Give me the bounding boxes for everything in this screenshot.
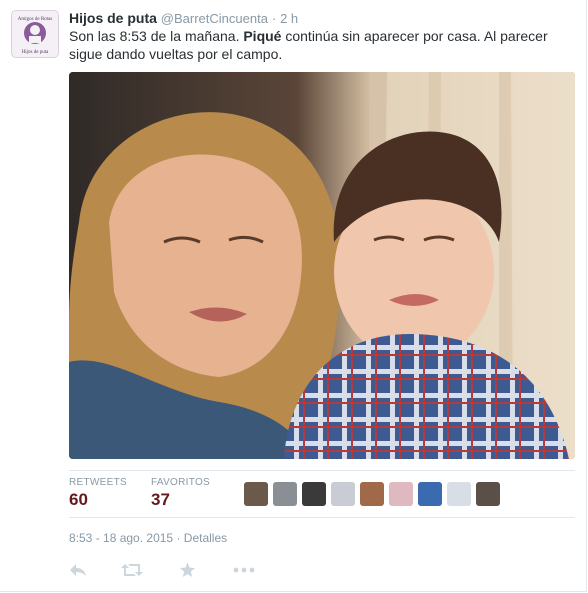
retweets-count: 60 — [69, 490, 88, 509]
favorites-count: 37 — [151, 490, 170, 509]
favorite-icon[interactable] — [179, 562, 196, 582]
favoriter-avatar[interactable] — [418, 482, 442, 506]
timestamp-separator: · — [176, 531, 181, 545]
tweet-text-bold: Piqué — [243, 28, 282, 44]
tweet-timestamp-row: 8:53 - 18 ago. 2015 · Detalles — [69, 531, 227, 545]
retweets-stat[interactable]: RETWEETS 60 — [69, 477, 127, 510]
tweet-stats: RETWEETS 60 FAVORITOS 37 — [69, 470, 575, 518]
favoriter-avatar[interactable] — [360, 482, 384, 506]
user-handle[interactable]: @BarretCincuenta — [161, 11, 268, 26]
tweet-text: Son las 8:53 de la mañana. Piqué continú… — [69, 27, 569, 63]
favoriter-avatar[interactable] — [331, 482, 355, 506]
retweet-icon[interactable] — [121, 562, 143, 582]
favoriter-avatar[interactable] — [447, 482, 471, 506]
reply-icon[interactable] — [69, 562, 87, 582]
details-link[interactable]: Detalles — [184, 531, 227, 545]
favoriter-avatar[interactable] — [389, 482, 413, 506]
tweet-text-start: Son las 8:53 de la mañana. — [69, 28, 244, 44]
avatar-bottom-text: Hijos de puta — [22, 50, 49, 55]
user-fullname[interactable]: Hijos de puta — [69, 10, 157, 26]
time-separator: · — [271, 11, 277, 26]
favoriter-avatar[interactable] — [476, 482, 500, 506]
more-icon[interactable] — [233, 562, 255, 582]
avatar-top-text: Amigos de Rotas — [18, 17, 52, 22]
favoriter-avatar[interactable] — [302, 482, 326, 506]
tweet-timestamp[interactable]: 8:53 - 18 ago. 2015 — [69, 531, 173, 545]
favoriter-avatar[interactable] — [273, 482, 297, 506]
favorites-stat[interactable]: FAVORITOS 37 — [151, 477, 210, 510]
retweets-label: RETWEETS — [69, 477, 127, 488]
tweet-photo[interactable] — [69, 72, 575, 459]
favoriter-avatar[interactable] — [244, 482, 268, 506]
tweet-header: Hijos de puta @BarretCincuenta · 2 h — [69, 9, 298, 28]
favorites-label: FAVORITOS — [151, 477, 211, 488]
tweet-time[interactable]: 2 h — [280, 11, 298, 26]
user-avatar[interactable]: Amigos de Rotas Hijos de puta — [11, 10, 59, 58]
